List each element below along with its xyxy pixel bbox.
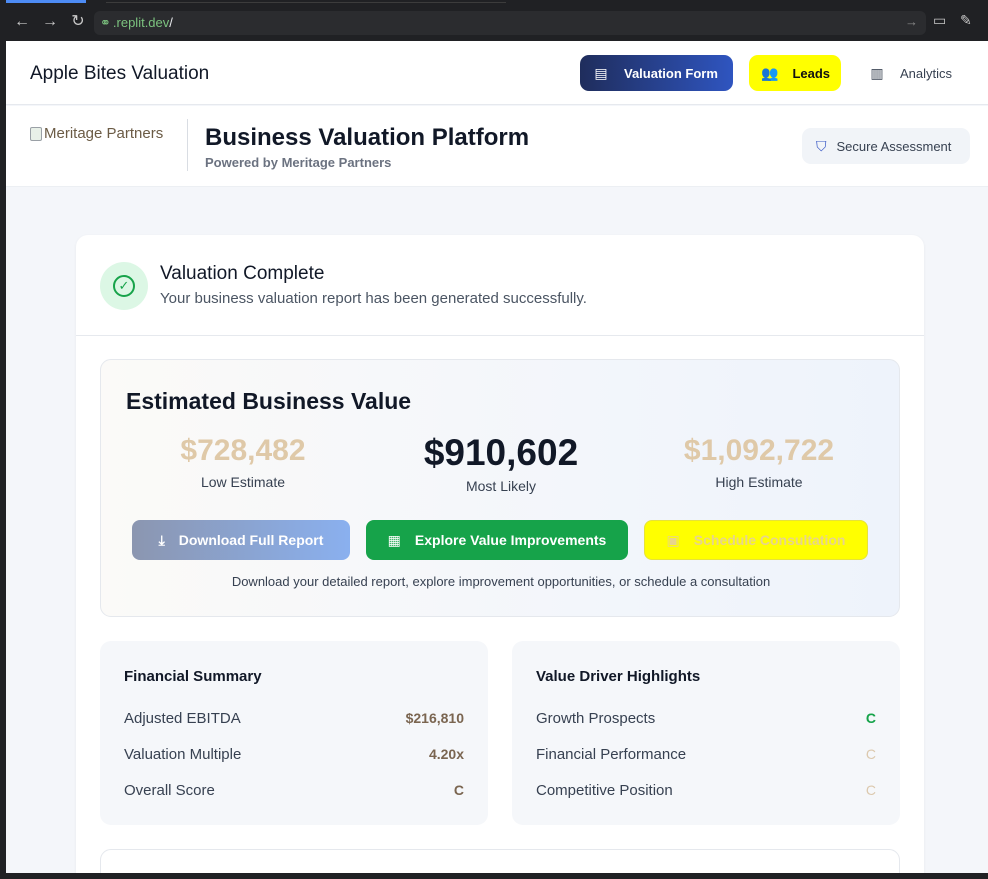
low-estimate-label: Low Estimate — [200, 474, 286, 490]
row-label: Financial Performance — [536, 745, 687, 763]
low-estimate: $728,482 Low Estimate — [165, 434, 321, 490]
schedule-consultation-button[interactable]: ▣ Schedule Consultation — [644, 520, 868, 560]
completion-subtitle: Your business valuation report has been … — [160, 290, 587, 307]
url-path: / — [169, 15, 173, 30]
go-arrow-icon[interactable]: → — [905, 14, 918, 29]
driver-row-growth: Growth Prospects C — [536, 706, 876, 730]
forward-arrow-icon[interactable]: → — [40, 12, 60, 32]
secure-assessment-badge: ⛉ Secure Assessment — [802, 128, 970, 164]
financial-summary-title: Financial Summary — [124, 668, 262, 685]
driver-row-financial: Financial Performance C — [536, 742, 876, 766]
top-navigation: Apple Bites Valuation ▤ Valuation Form 👥… — [6, 41, 988, 105]
check-circle-icon: ✓ — [100, 262, 148, 310]
download-report-label: Download Full Report — [178, 532, 324, 548]
row-grade: C — [865, 782, 876, 798]
nav-leads-label: Leads — [792, 65, 831, 81]
secure-assessment-label: Secure Assessment — [836, 138, 952, 154]
calculator-icon: ▦ — [387, 531, 401, 548]
users-icon: 👥 — [761, 64, 779, 81]
url-host: .replit.dev — [112, 15, 170, 30]
low-estimate-value: $728,482 — [180, 434, 306, 467]
platform-header: Meritage Partners Business Valuation Pla… — [6, 106, 988, 187]
driver-row-competitive: Competitive Position C — [536, 778, 876, 802]
document-icon: ▤ — [594, 64, 608, 81]
page-subtitle: Powered by Meritage Partners — [205, 155, 392, 170]
most-likely-estimate: $910,602 Most Likely — [401, 432, 601, 494]
most-likely-value: $910,602 — [423, 432, 579, 473]
row-label: Growth Prospects — [536, 709, 656, 727]
link-icon: ⚭ — [100, 15, 111, 30]
active-tab-indicator[interactable] — [6, 0, 86, 3]
reload-icon[interactable]: ↻ — [68, 12, 88, 32]
most-likely-label: Most Likely — [465, 478, 537, 494]
download-report-button[interactable]: ⤓ Download Full Report — [132, 520, 350, 560]
high-estimate-label: High Estimate — [715, 474, 803, 490]
completion-title: Valuation Complete — [160, 263, 325, 284]
address-bar[interactable]: ⚭ .replit.dev/ → — [94, 11, 926, 35]
browser-toolbar: ← → ↻ ⚭ .replit.dev/ → ▭ ✎ — [0, 0, 988, 41]
header-divider — [187, 119, 188, 171]
high-estimate: $1,092,722 High Estimate — [667, 434, 851, 490]
row-label: Overall Score — [124, 781, 215, 799]
wrench-icon[interactable]: ✎ — [960, 12, 972, 29]
row-grade: C — [865, 746, 876, 762]
page-title: Business Valuation Platform — [205, 124, 530, 151]
app-page: Apple Bites Valuation ▤ Valuation Form 👥… — [6, 41, 988, 873]
tab-strip — [0, 0, 988, 4]
row-label: Competitive Position — [536, 781, 673, 799]
estimated-value-panel: Estimated Business Value $728,482 Low Es… — [100, 359, 900, 617]
row-label: Valuation Multiple — [124, 745, 242, 763]
financial-summary-panel: Financial Summary Adjusted EBITDA $216,8… — [100, 641, 488, 825]
schedule-consultation-label: Schedule Consultation — [693, 532, 846, 548]
tab-divider — [106, 2, 506, 3]
company-logo: Meritage Partners — [30, 125, 163, 142]
bar-chart-icon: ▥ — [870, 64, 884, 81]
download-icon: ⤓ — [158, 531, 165, 548]
shield-icon: ⛉ — [816, 137, 827, 154]
results-card: ✓ Valuation Complete Your business valua… — [76, 235, 924, 873]
nav-valuation-form-label: Valuation Form — [624, 65, 718, 81]
financial-row-ebitda: Adjusted EBITDA $216,810 — [124, 706, 464, 730]
actions-help-text: Download your detailed report, explore i… — [231, 574, 771, 589]
logo-alt-text: Meritage Partners — [44, 125, 164, 142]
nav-valuation-form-button[interactable]: ▤ Valuation Form — [580, 55, 733, 91]
brand-title[interactable]: Apple Bites Valuation — [30, 63, 209, 85]
estimated-value-title: Estimated Business Value — [126, 388, 412, 414]
nav-analytics-button[interactable]: ▥ Analytics — [856, 55, 966, 91]
explore-improvements-label: Explore Value Improvements — [414, 532, 607, 548]
monitor-icon[interactable]: ▭ — [933, 12, 946, 29]
row-value: C — [453, 782, 464, 798]
row-label: Adjusted EBITDA — [124, 709, 241, 727]
value-drivers-title: Value Driver Highlights — [536, 668, 701, 685]
nav-analytics-label: Analytics — [900, 65, 953, 81]
high-estimate-value: $1,092,722 — [683, 434, 835, 467]
financial-row-multiple: Valuation Multiple 4.20x — [124, 742, 464, 766]
financial-row-score: Overall Score C — [124, 778, 464, 802]
nav-leads-button[interactable]: 👥 Leads — [749, 55, 841, 91]
back-arrow-icon[interactable]: ← — [12, 12, 32, 32]
explore-improvements-button[interactable]: ▦ Explore Value Improvements — [366, 520, 628, 560]
completion-header: ✓ Valuation Complete Your business valua… — [76, 235, 924, 336]
window-bottom-edge — [0, 873, 988, 879]
value-drivers-panel: Value Driver Highlights Growth Prospects… — [512, 641, 900, 825]
next-section-card — [100, 849, 900, 873]
broken-image-icon — [30, 126, 42, 141]
calendar-icon: ▣ — [666, 531, 680, 548]
row-value: 4.20x — [428, 746, 464, 762]
row-grade: C — [865, 710, 876, 726]
row-value: $216,810 — [405, 710, 464, 726]
